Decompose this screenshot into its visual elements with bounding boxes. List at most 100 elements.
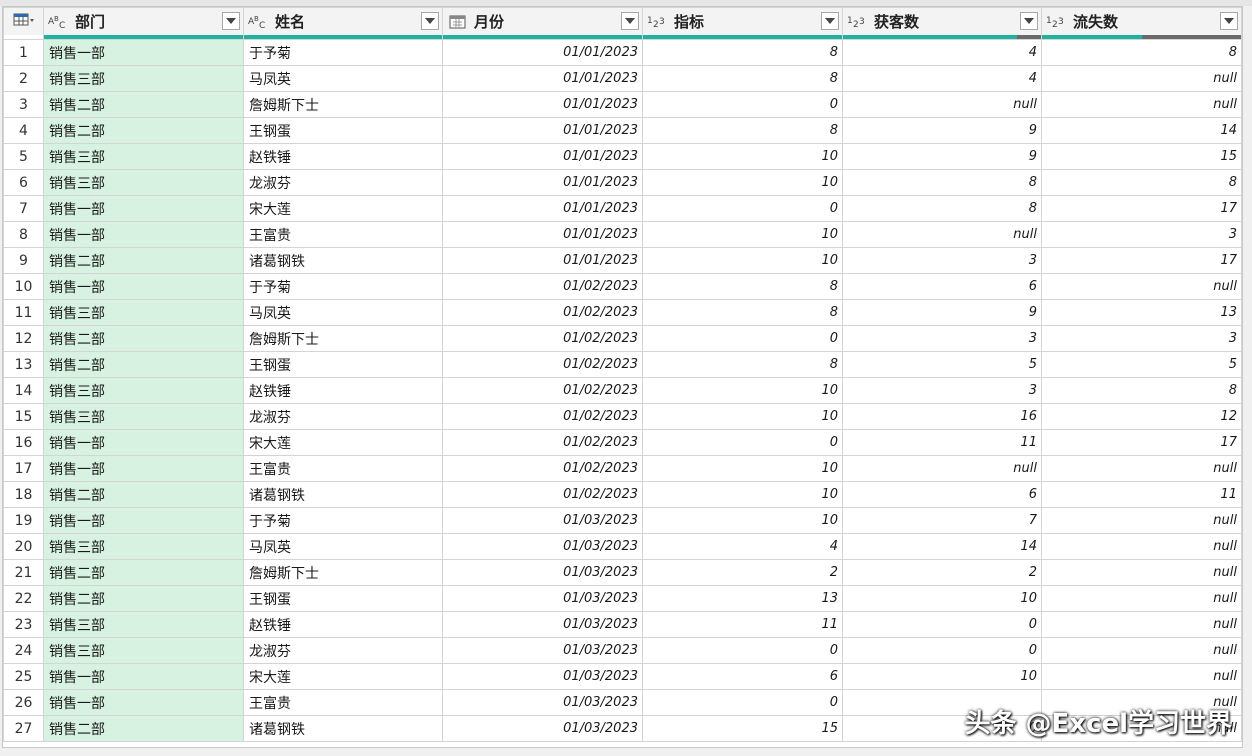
row-number[interactable]: 22 — [3, 585, 44, 612]
table-row[interactable]: 2 销售三部 马凤英 01/01/2023 8 4 null — [3, 65, 1242, 92]
table-row[interactable]: 20 销售三部 马凤英 01/03/2023 4 14 null — [3, 533, 1242, 560]
cell-name[interactable]: 龙淑芬 — [243, 637, 443, 664]
cell-name[interactable]: 于予菊 — [243, 39, 443, 66]
cell-gained[interactable]: 14 — [842, 533, 1042, 560]
cell-lost[interactable]: 12 — [1041, 403, 1242, 430]
cell-month[interactable]: 01/01/2023 — [442, 247, 643, 274]
cell-target[interactable]: 13 — [642, 585, 843, 612]
table-grid-icon[interactable] — [13, 12, 35, 31]
row-number[interactable]: 13 — [3, 351, 44, 378]
cell-dept[interactable]: 销售二部 — [43, 715, 244, 742]
cell-name[interactable]: 马凤英 — [243, 65, 443, 92]
cell-lost[interactable]: 15 — [1041, 143, 1242, 170]
cell-gained[interactable]: 10 — [842, 663, 1042, 690]
cell-target[interactable]: 8 — [642, 299, 843, 326]
cell-gained[interactable]: 3 — [842, 377, 1042, 404]
cell-month[interactable]: 01/02/2023 — [442, 325, 643, 352]
cell-month[interactable]: 01/01/2023 — [442, 117, 643, 144]
column-header-dept[interactable]: ABC 部门 — [43, 7, 244, 35]
cell-lost[interactable]: null — [1041, 455, 1242, 482]
table-row[interactable]: 8 销售一部 王富贵 01/01/2023 10 null 3 — [3, 221, 1242, 248]
cell-target[interactable]: 8 — [642, 117, 843, 144]
table-row[interactable]: 17 销售一部 王富贵 01/02/2023 10 null null — [3, 455, 1242, 482]
cell-gained[interactable]: 3 — [842, 247, 1042, 274]
cell-lost[interactable]: 13 — [1041, 299, 1242, 326]
cell-name[interactable]: 诸葛钢铁 — [243, 715, 443, 742]
row-number[interactable]: 16 — [3, 429, 44, 456]
row-number[interactable]: 7 — [3, 195, 44, 222]
cell-name[interactable]: 王富贵 — [243, 221, 443, 248]
cell-month[interactable]: 01/01/2023 — [442, 221, 643, 248]
cell-lost[interactable]: 11 — [1041, 481, 1242, 508]
table-row[interactable]: 23 销售三部 赵铁锤 01/03/2023 11 0 null — [3, 611, 1242, 638]
cell-dept[interactable]: 销售三部 — [43, 299, 244, 326]
cell-target[interactable]: 0 — [642, 91, 843, 118]
cell-gained[interactable]: 11 — [842, 429, 1042, 456]
cell-target[interactable]: 0 — [642, 637, 843, 664]
cell-lost[interactable]: null — [1041, 65, 1242, 92]
table-row[interactable]: 19 销售一部 于予菊 01/03/2023 10 7 null — [3, 507, 1242, 534]
cell-name[interactable]: 马凤英 — [243, 299, 443, 326]
cell-month[interactable]: 01/03/2023 — [442, 585, 643, 612]
cell-lost[interactable]: null — [1041, 637, 1242, 664]
row-number[interactable]: 8 — [3, 221, 44, 248]
filter-dropdown-button[interactable] — [1220, 12, 1238, 30]
cell-target[interactable]: 10 — [642, 221, 843, 248]
cell-dept[interactable]: 销售三部 — [43, 637, 244, 664]
cell-gained[interactable]: 7 — [842, 507, 1042, 534]
row-number[interactable]: 25 — [3, 663, 44, 690]
cell-gained[interactable]: 0 — [842, 637, 1042, 664]
cell-target[interactable]: 11 — [642, 611, 843, 638]
cell-month[interactable]: 01/02/2023 — [442, 299, 643, 326]
filter-dropdown-button[interactable] — [222, 12, 240, 30]
cell-gained[interactable]: 9 — [842, 143, 1042, 170]
table-row[interactable]: 14 销售三部 赵铁锤 01/02/2023 10 3 8 — [3, 377, 1242, 404]
cell-gained[interactable]: 4 — [842, 65, 1042, 92]
cell-dept[interactable]: 销售一部 — [43, 273, 244, 300]
table-row[interactable]: 15 销售三部 龙淑芬 01/02/2023 10 16 12 — [3, 403, 1242, 430]
cell-lost[interactable]: 3 — [1041, 221, 1242, 248]
row-number[interactable]: 18 — [3, 481, 44, 508]
cell-target[interactable]: 8 — [642, 39, 843, 66]
cell-name[interactable]: 于予菊 — [243, 273, 443, 300]
cell-dept[interactable]: 销售三部 — [43, 403, 244, 430]
table-row[interactable]: 18 销售二部 诸葛钢铁 01/02/2023 10 6 11 — [3, 481, 1242, 508]
cell-name[interactable]: 赵铁锤 — [243, 143, 443, 170]
cell-month[interactable]: 01/02/2023 — [442, 481, 643, 508]
cell-dept[interactable]: 销售一部 — [43, 195, 244, 222]
cell-lost[interactable]: null — [1041, 611, 1242, 638]
cell-lost[interactable]: 17 — [1041, 429, 1242, 456]
cell-month[interactable]: 01/03/2023 — [442, 663, 643, 690]
cell-dept[interactable]: 销售二部 — [43, 91, 244, 118]
row-number[interactable]: 15 — [3, 403, 44, 430]
cell-lost[interactable]: null — [1041, 533, 1242, 560]
cell-name[interactable]: 詹姆斯下士 — [243, 91, 443, 118]
cell-target[interactable]: 8 — [642, 65, 843, 92]
row-number[interactable]: 20 — [3, 533, 44, 560]
cell-dept[interactable]: 销售三部 — [43, 169, 244, 196]
column-header-name[interactable]: ABC 姓名 — [243, 7, 443, 35]
cell-dept[interactable]: 销售一部 — [43, 663, 244, 690]
cell-gained[interactable]: 8 — [842, 195, 1042, 222]
cell-name[interactable]: 王富贵 — [243, 455, 443, 482]
cell-month[interactable]: 01/03/2023 — [442, 507, 643, 534]
table-row[interactable]: 10 销售一部 于予菊 01/02/2023 8 6 null — [3, 273, 1242, 300]
cell-month[interactable]: 01/03/2023 — [442, 715, 643, 742]
column-header-target[interactable]: 123 指标 — [642, 7, 843, 35]
row-number[interactable]: 23 — [3, 611, 44, 638]
cell-name[interactable]: 诸葛钢铁 — [243, 481, 443, 508]
row-number[interactable]: 9 — [3, 247, 44, 274]
cell-lost[interactable]: 17 — [1041, 247, 1242, 274]
table-row[interactable]: 12 销售二部 詹姆斯下士 01/02/2023 0 3 3 — [3, 325, 1242, 352]
cell-name[interactable]: 王钢蛋 — [243, 585, 443, 612]
table-row[interactable]: 7 销售一部 宋大莲 01/01/2023 0 8 17 — [3, 195, 1242, 222]
table-row[interactable]: 21 销售二部 詹姆斯下士 01/03/2023 2 2 null — [3, 559, 1242, 586]
cell-target[interactable]: 10 — [642, 403, 843, 430]
cell-lost[interactable]: null — [1041, 91, 1242, 118]
number-type-icon[interactable]: 123 — [846, 12, 870, 32]
cell-month[interactable]: 01/03/2023 — [442, 533, 643, 560]
cell-lost[interactable]: null — [1041, 559, 1242, 586]
row-number[interactable]: 10 — [3, 273, 44, 300]
cell-month[interactable]: 01/01/2023 — [442, 169, 643, 196]
table-row[interactable]: 25 销售一部 宋大莲 01/03/2023 6 10 null — [3, 663, 1242, 690]
